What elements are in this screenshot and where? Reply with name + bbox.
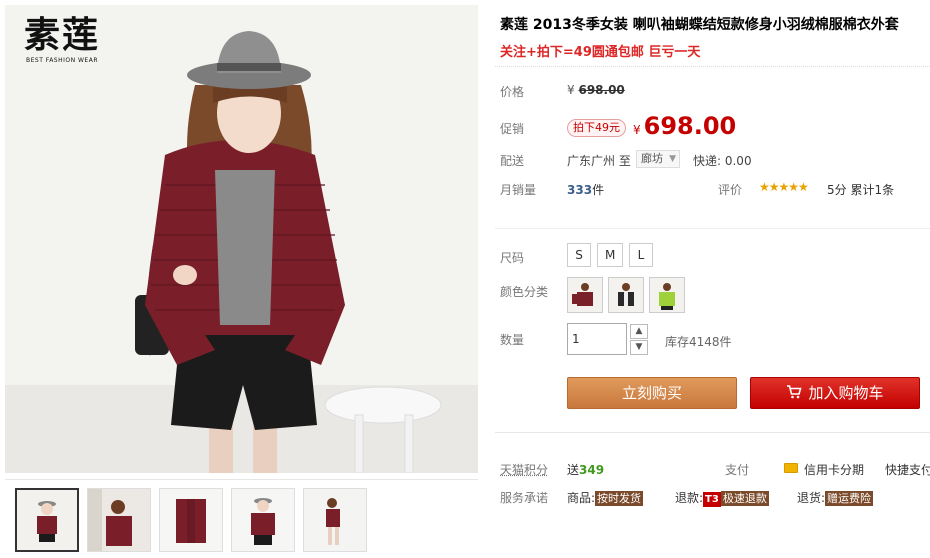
color-swatch-image [568,278,602,312]
brand-logo-cn: 素莲 [17,13,107,57]
monthly-sales: 333件 [567,181,604,198]
thumbnail-image [88,489,150,551]
thumbnail-image [17,490,79,552]
thumbnail-image [304,489,366,551]
brand-logo-en: BEST FASHION WEAR [17,57,107,64]
on-time-delivery-badge[interactable]: 按时发货 [595,491,643,506]
monthly-sales-label: 月销量 [500,181,536,198]
quantity-increase-button[interactable]: ▲ [630,324,648,339]
promo-currency: ¥ [633,123,641,137]
main-product-photo[interactable]: 素莲 BEST FASHION WEAR [5,5,478,473]
monthly-sales-unit: 件 [592,183,604,197]
quick-pay-link[interactable]: 快捷支付 [885,461,930,478]
ship-to-word: 至 [619,154,631,168]
monthly-sales-count: 333 [567,183,592,197]
ship-to-select[interactable]: 廊坊 ▼ [636,150,680,168]
brand-logo: 素莲 BEST FASHION WEAR [17,13,107,64]
shipping-insurance-badge[interactable]: 赠运费险 [825,491,873,506]
original-price: ¥ 698.00 [567,83,625,97]
color-swatch-black[interactable] [608,277,644,313]
model-photo-illustration [5,5,478,473]
color-swatch-image [650,278,684,312]
quantity-label: 数量 [500,331,524,348]
chevron-down-icon: ▼ [669,151,676,167]
delivery-label: 配送 [500,152,524,169]
color-label: 颜色分类 [500,283,548,300]
product-details: 素莲 2013冬季女装 喇叭袖蝴蝶结短款修身小羽绒棉服棉衣外套 关注+拍下=49… [495,0,930,558]
color-swatch-green[interactable] [649,277,685,313]
payment-label: 支付 [725,461,749,478]
color-swatch-image [609,278,643,312]
add-to-cart-label: 加入购物车 [808,384,883,402]
quantity-input[interactable]: 1 [567,323,627,355]
rating-label: 评价 [718,181,742,198]
add-to-cart-button[interactable]: 加入购物车 [750,377,920,409]
promo-price-value: 698.00 [644,112,737,140]
extra-info: 天猫积分 送349 支付 信用卡分期 快捷支付 服务承诺 商品: 按时发货 退款:… [495,432,930,558]
thumbnail-image [232,489,294,551]
service-refund-prefix: 退货: [797,491,825,505]
credit-installment-link[interactable]: 信用卡分期 [804,461,864,478]
rating-score: 5分 [827,183,847,197]
service-return: 退款: T3 极速退款 [675,489,769,507]
size-label: 尺码 [500,249,524,266]
product-gallery: 素莲 BEST FASHION WEAR [5,5,478,553]
points-number: 349 [579,463,604,477]
thumbnail-2[interactable] [87,488,151,552]
rating-summary: 5分 累计1条 [827,181,894,198]
thumbnail-5[interactable] [303,488,367,552]
thumbnail-strip [5,479,478,553]
points-label[interactable]: 天猫积分 [500,461,548,478]
size-option-s[interactable]: S [567,243,591,267]
credit-card-icon [784,463,798,473]
currency-symbol: ¥ [567,83,575,97]
color-swatch-wine-red[interactable] [567,277,603,313]
service-return-prefix: 退款: [675,491,703,505]
service-goods: 商品: 按时发货 [567,489,643,506]
purchase-options: 尺码 S M L 颜色分类 数量 1 ▲ ▼ 库存4148件 立刻购买 加入购物… [495,228,930,428]
thumbnail-4[interactable] [231,488,295,552]
product-title: 素莲 2013冬季女装 喇叭袖蝴蝶结短款修身小羽绒棉服棉衣外套 [500,14,930,34]
stock-count: 库存4148件 [665,333,732,350]
promo-price: ¥698.00 [633,112,736,140]
service-refund: 退货: 赠运费险 [797,489,873,506]
original-price-value: 698.00 [578,83,624,97]
product-subtitle: 关注+拍下=49圆通包邮 巨亏一天 [500,41,700,60]
ship-from-city: 广东广州 [567,154,615,168]
ship-from: 广东广州 至 [567,152,631,169]
price-box: 价格 ¥ 698.00 促销 拍下49元 ¥698.00 配送 广东广州 至 廊… [495,66,930,210]
ship-to-city: 廊坊 [641,152,663,165]
fast-refund-badge[interactable]: 极速退款 [721,491,769,506]
t3-badge: T3 [703,492,721,507]
size-option-m[interactable]: M [597,243,623,267]
rating-total-link[interactable]: 累计1条 [850,183,894,197]
service-label: 服务承诺 [500,489,548,506]
points-prefix: 送 [567,463,579,477]
service-goods-prefix: 商品: [567,491,595,505]
size-option-l[interactable]: L [629,243,653,267]
shipping-fee: 快递: 0.00 [693,152,752,169]
points-value: 送349 [567,461,604,478]
thumbnail-1[interactable] [15,488,79,552]
star-rating-icon: ★★★★★ [759,180,808,194]
price-label: 价格 [500,83,524,100]
thumbnail-image [160,489,222,551]
promo-label: 促销 [500,120,524,137]
promo-tag: 拍下49元 [567,119,626,137]
quantity-decrease-button[interactable]: ▼ [630,340,648,355]
thumbnail-3[interactable] [159,488,223,552]
buy-now-button[interactable]: 立刻购买 [567,377,737,409]
cart-icon [786,385,802,399]
